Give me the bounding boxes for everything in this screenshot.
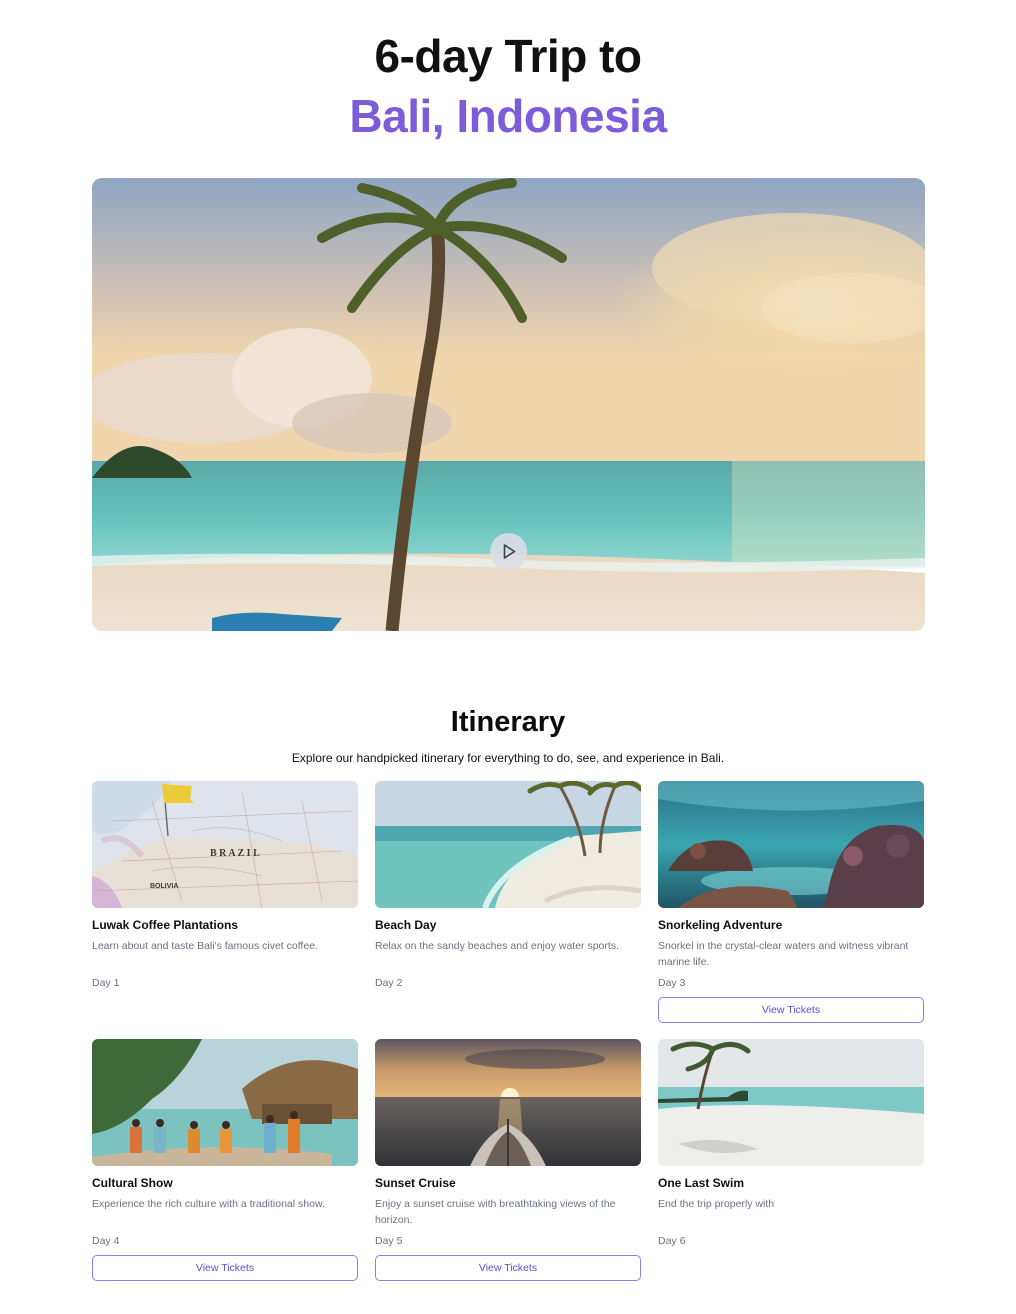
itinerary-card-day-6[interactable]: One Last Swim End the trip properly with… xyxy=(658,1039,924,1248)
play-icon xyxy=(503,544,516,559)
cultural-show-image xyxy=(92,1039,358,1166)
itinerary-card-day-2[interactable]: Beach Day Relax on the sandy beaches and… xyxy=(375,781,641,990)
underwater-image xyxy=(658,781,924,908)
map-image: B R A Z I L BOLIVIA xyxy=(92,781,358,908)
beach-image xyxy=(375,781,641,908)
card-description: End the trip properly with xyxy=(658,1198,775,1210)
section-title: Itinerary xyxy=(450,706,566,738)
destination-title: Bali, Indonesia xyxy=(349,90,667,142)
card-description: Experience the rich culture with a tradi… xyxy=(92,1198,325,1210)
card-day: Day 1 xyxy=(92,977,120,989)
card-image: B R A Z I L BOLIVIA xyxy=(92,781,358,908)
map-label-bolivia: BOLIVIA xyxy=(150,883,178,890)
view-tickets-button[interactable]: View Tickets xyxy=(658,997,924,1023)
card-image xyxy=(375,781,641,908)
card-day: Day 2 xyxy=(375,977,403,989)
card-day: Day 6 xyxy=(658,1235,686,1247)
last-swim-image xyxy=(658,1039,924,1166)
card-title: Beach Day xyxy=(375,918,437,932)
play-button[interactable] xyxy=(490,533,527,570)
itinerary-card-day-5[interactable]: Sunset Cruise Enjoy a sunset cruise with… xyxy=(375,1039,641,1281)
view-tickets-button[interactable]: View Tickets xyxy=(92,1255,358,1281)
card-day: Day 4 xyxy=(92,1235,120,1247)
card-image xyxy=(658,781,924,908)
card-image xyxy=(658,1039,924,1166)
view-tickets-button[interactable]: View Tickets xyxy=(375,1255,641,1281)
card-day: Day 3 xyxy=(658,977,686,989)
itinerary-card-day-3[interactable]: Snorkeling Adventure Snorkel in the crys… xyxy=(658,781,924,1023)
card-description: Snorkel in the crystal-clear waters and … xyxy=(658,940,909,968)
card-title: One Last Swim xyxy=(658,1176,745,1190)
itinerary-card-day-1[interactable]: B R A Z I L BOLIVIA Luwak Coffee Plantat… xyxy=(92,781,358,990)
card-title: Luwak Coffee Plantations xyxy=(92,918,239,932)
itinerary-card-day-4[interactable]: Cultural Show Experience the rich cultur… xyxy=(92,1039,358,1281)
card-title: Snorkeling Adventure xyxy=(658,918,783,932)
card-image xyxy=(375,1039,641,1166)
map-label-brazil: B R A Z I L xyxy=(210,848,260,859)
hero-video[interactable] xyxy=(92,178,925,631)
card-description: Relax on the sandy beaches and enjoy wat… xyxy=(375,940,619,952)
card-day: Day 5 xyxy=(375,1235,403,1247)
card-image xyxy=(92,1039,358,1166)
section-subtitle: Explore our handpicked itinerary for eve… xyxy=(291,751,725,765)
card-description: Enjoy a sunset cruise with breathtaking … xyxy=(375,1198,616,1226)
card-description: Learn about and taste Bali's famous cive… xyxy=(92,940,318,952)
card-title: Cultural Show xyxy=(92,1176,173,1190)
card-title: Sunset Cruise xyxy=(375,1176,456,1190)
page-title: 6-day Trip to xyxy=(374,30,642,82)
sunset-cruise-image xyxy=(375,1039,641,1166)
